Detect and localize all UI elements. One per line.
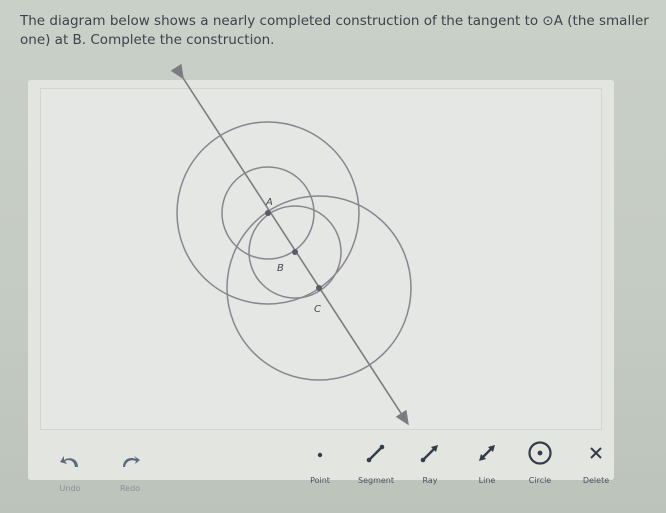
circle-label: Circle xyxy=(528,476,552,485)
segment-icon xyxy=(363,440,389,466)
circle-tool[interactable]: Circle xyxy=(510,440,570,490)
label-b: B xyxy=(277,263,284,274)
circle-icon xyxy=(527,440,553,466)
label-a: A xyxy=(265,197,273,208)
delete-label: Delete xyxy=(582,476,610,485)
ray-tool[interactable]: Ray xyxy=(400,440,460,490)
point-label: Point xyxy=(310,476,330,485)
delete-tool[interactable]: Delete xyxy=(566,440,626,490)
undo-label: Undo xyxy=(59,484,81,493)
redo-label: Redo xyxy=(119,484,141,493)
point-c[interactable] xyxy=(316,285,322,291)
point-a[interactable] xyxy=(265,210,271,216)
ray-icon xyxy=(417,440,443,466)
point-tool[interactable]: Point xyxy=(290,440,350,490)
line-tool[interactable]: Line xyxy=(457,440,517,490)
delete-icon xyxy=(583,440,609,466)
point-b[interactable] xyxy=(292,249,298,255)
redo-icon xyxy=(117,448,143,474)
ray-label: Ray xyxy=(422,476,438,485)
undo-icon xyxy=(57,448,83,474)
line-icon xyxy=(474,440,500,466)
construction-diagram: A B C xyxy=(170,63,412,426)
redo-button[interactable]: Redo xyxy=(100,448,160,498)
label-c: C xyxy=(314,304,321,315)
undo-button[interactable]: Undo xyxy=(40,448,100,498)
segment-tool[interactable]: Segment xyxy=(346,440,406,490)
segment-label: Segment xyxy=(358,476,394,485)
point-icon xyxy=(307,440,333,466)
line-label: Line xyxy=(478,476,496,485)
